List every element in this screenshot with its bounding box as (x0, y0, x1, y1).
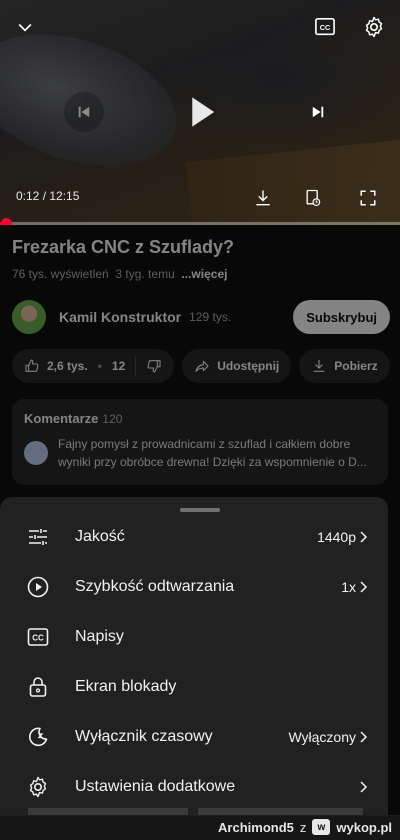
chevron-right-icon (360, 731, 368, 743)
cc-icon[interactable]: CC (312, 16, 338, 38)
menu-item-value: Wyłączony (288, 729, 356, 745)
settings-sheet: Jakość 1440p Szybkość odtwarzania 1x CC … (0, 497, 388, 815)
sleep-timer-icon (29, 727, 48, 747)
menu-item-label: Ekran blokady (75, 678, 177, 695)
play-icon[interactable] (180, 90, 224, 134)
menu-item-playback-speed[interactable]: Szybkość odtwarzania 1x (0, 562, 388, 612)
watermark-author: Archimond5 (218, 819, 294, 835)
chevron-right-icon (360, 581, 368, 593)
chevron-right-icon (360, 531, 368, 543)
menu-item-label: Jakość (75, 528, 125, 545)
save-playlist-icon[interactable] (301, 186, 325, 210)
svg-text:CC: CC (32, 634, 44, 643)
menu-item-label: Szybkość odtwarzania (75, 578, 235, 595)
watermark-z: z (299, 819, 307, 835)
video-player[interactable]: CC 0:12 / 12:15 (0, 0, 400, 225)
gear-icon (29, 776, 47, 798)
lock-icon (29, 677, 47, 697)
watermark-bar: Archimond5 z w wykop.pl (0, 815, 400, 840)
time-separator: / (39, 189, 50, 203)
menu-item-label: Ustawienia dodatkowe (75, 778, 236, 795)
skip-next-icon[interactable] (298, 92, 338, 132)
fullscreen-icon[interactable] (356, 186, 380, 210)
total-time: 12:15 (49, 189, 80, 203)
gear-icon[interactable] (361, 14, 387, 40)
current-time: 0:12 (16, 189, 40, 203)
menu-item-additional-settings[interactable]: Ustawienia dodatkowe (0, 762, 388, 812)
chevron-right-icon (360, 781, 368, 793)
menu-item-captions[interactable]: CC Napisy (0, 612, 388, 662)
sliders-icon (29, 529, 47, 545)
cc-icon: CC (27, 628, 49, 646)
menu-item-value: 1x (341, 579, 356, 595)
skip-previous-icon[interactable] (64, 92, 104, 132)
download-icon[interactable] (251, 186, 275, 210)
menu-item-label: Napisy (75, 628, 124, 645)
menu-item-lock-screen[interactable]: Ekran blokady (0, 662, 388, 712)
watermark: Archimond5 z w wykop.pl (218, 819, 392, 835)
svg-text:CC: CC (320, 23, 331, 32)
wykop-logo-icon: w (312, 819, 331, 835)
watermark-site: wykop.pl (336, 819, 392, 835)
menu-item-quality[interactable]: Jakość 1440p (0, 512, 388, 562)
playback-time: 0:12 / 12:15 (16, 189, 79, 203)
menu-item-value: 1440p (317, 529, 356, 545)
chevron-down-icon[interactable] (12, 14, 38, 40)
playback-speed-icon (27, 576, 49, 598)
menu-item-sleep-timer[interactable]: Wyłącznik czasowy Wyłączony (0, 712, 388, 762)
seek-bar-handle[interactable] (1, 218, 13, 225)
menu-item-label: Wyłącznik czasowy (75, 728, 213, 745)
